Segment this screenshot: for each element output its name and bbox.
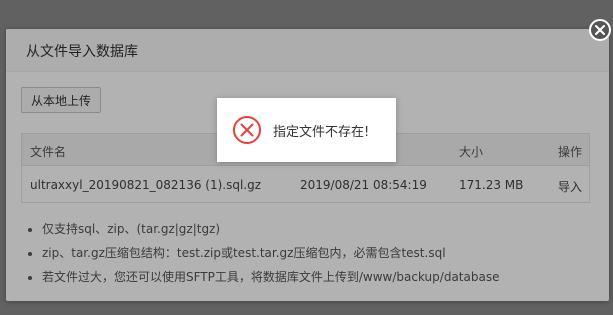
error-circle-icon bbox=[233, 116, 261, 144]
close-dialog-button[interactable] bbox=[589, 19, 611, 41]
close-icon bbox=[595, 25, 605, 35]
error-toast: 指定文件不存在! bbox=[217, 98, 396, 162]
toast-message: 指定文件不存在! bbox=[273, 125, 370, 140]
